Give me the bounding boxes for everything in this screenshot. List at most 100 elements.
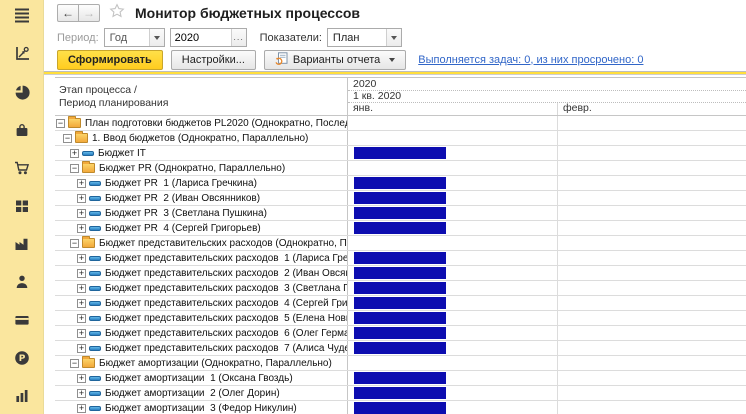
task-bar-icon [89,271,101,276]
collapse-toggle[interactable]: − [70,164,79,173]
table-row[interactable]: +Бюджет PR 2 (Иван Овсянников) [55,191,746,206]
indicators-dropdown-button[interactable] [386,29,401,46]
expand-toggle[interactable]: + [77,209,86,218]
table-row[interactable]: +Бюджет PR 3 (Светлана Пушкина) [55,206,746,221]
row-label: Бюджет амортизации 2 (Олег Дорин) [105,388,280,399]
expand-toggle[interactable]: + [77,224,86,233]
gantt-bar[interactable] [354,342,446,354]
collapse-toggle[interactable]: − [70,239,79,248]
collapse-toggle[interactable]: − [56,119,65,128]
expand-toggle[interactable]: + [77,329,86,338]
period-type-value: Год [105,32,149,44]
table-row[interactable]: +Бюджет представительских расходов 1 (Ла… [55,251,746,266]
expand-toggle[interactable]: + [77,269,86,278]
sidebar-button-sales[interactable] [13,159,31,176]
table-row[interactable]: − План подготовки бюджетов PL2020 (Однокр… [55,116,746,131]
table-row[interactable]: + Бюджет амортизации 3 (Федор Никулин) [55,401,746,414]
table-row[interactable]: +Бюджет представительских расходов 7 (Ал… [55,341,746,356]
gantt-bar[interactable] [354,282,446,294]
gantt-cell [348,191,746,205]
settings-button[interactable]: Настройки... [171,50,256,70]
row-label-cell: +Бюджет представительских расходов 7 (Ал… [55,341,348,355]
generate-button[interactable]: Сформировать [57,50,163,70]
collapse-toggle[interactable]: − [63,134,72,143]
expand-toggle[interactable]: + [77,344,86,353]
table-row[interactable]: − Бюджет амортизации (Однократно, Паралле… [55,356,746,371]
back-button[interactable]: ← [57,4,79,22]
expand-toggle[interactable]: + [77,284,86,293]
period-year-input[interactable] [171,32,231,44]
sidebar-button-catalog[interactable] [13,197,31,214]
sidebar-button-analytics[interactable] [13,387,31,404]
expand-toggle[interactable]: + [77,404,86,413]
expand-toggle[interactable]: + [77,374,86,383]
row-label: Бюджет амортизации 3 (Федор Никулин) [105,403,297,414]
table-row[interactable]: + Бюджет амортизации 1 (Оксана Гвоздь) [55,371,746,386]
sidebar-button-payments[interactable] [13,311,31,328]
gantt-cell [348,281,746,295]
indicators-combo[interactable]: План [327,28,402,47]
running-tasks-link[interactable]: Выполняется задач: 0, из них просрочено:… [418,54,643,66]
action-row: Сформировать Настройки... Варианты отчет… [44,49,746,70]
table-row[interactable]: +Бюджет PR 4 (Сергей Григорьев) [55,221,746,236]
gantt-bar[interactable] [354,297,446,309]
gantt-bar[interactable] [354,327,446,339]
sidebar-button-reports[interactable] [13,83,31,100]
table-row[interactable]: + Бюджет амортизации 2 (Олег Дорин) [55,386,746,401]
expand-toggle[interactable]: + [77,179,86,188]
sidebar-button-purchases[interactable] [13,121,31,138]
expand-toggle[interactable]: + [77,254,86,263]
expand-toggle[interactable]: + [77,194,86,203]
period-type-dropdown-button[interactable] [149,29,164,46]
row-label: Бюджет амортизации (Однократно, Параллел… [99,358,332,369]
gantt-bar[interactable] [354,192,446,204]
expand-toggle[interactable]: + [77,299,86,308]
gantt-bar[interactable] [354,312,446,324]
expand-toggle[interactable]: + [70,149,79,158]
table-row[interactable]: +Бюджет представительских расходов 5 (Ел… [55,311,746,326]
sidebar-button-processes[interactable] [13,45,31,62]
table-row[interactable]: + Бюджет представительских расходов 6 (Ол… [55,326,746,341]
period-type-combo[interactable]: Год [104,28,165,47]
period-year-picker-button[interactable]: ... [231,29,246,46]
table-row[interactable]: −Бюджет PR (Однократно, Параллельно) [55,161,746,176]
gantt-cell [348,386,746,400]
gantt-bar[interactable] [354,207,446,219]
gantt-bar[interactable] [354,267,446,279]
table-row[interactable]: +Бюджет IT [55,146,746,161]
row-label-cell: +Бюджет PR 4 (Сергей Григорьев) [55,221,348,235]
gantt-cell [348,206,746,220]
gantt-bar[interactable] [354,177,446,189]
gantt-bar[interactable] [354,147,446,159]
table-row[interactable]: −Бюджет представительских расходов (Одно… [55,236,746,251]
folder-icon [82,163,95,173]
sidebar-button-production[interactable] [13,235,31,252]
table-row[interactable]: +Бюджет PR 1 (Лариса Гречкина) [55,176,746,191]
row-label: Бюджет амортизации 1 (Оксана Гвоздь) [105,373,293,384]
report-variants-button[interactable]: Варианты отчета [264,50,406,70]
sidebar-button-staff[interactable] [13,273,31,290]
table-row[interactable]: +Бюджет представительских расходов 3 (Св… [55,281,746,296]
gantt-bar[interactable] [354,372,446,384]
row-label-cell: − План подготовки бюджетов PL2020 (Однокр… [55,116,348,130]
gantt-bar[interactable] [354,387,446,399]
expand-toggle[interactable]: + [77,389,86,398]
table-row[interactable]: −1. Ввод бюджетов (Однократно, Параллель… [55,131,746,146]
collapse-toggle[interactable]: − [70,359,79,368]
report-variants-label: Варианты отчета [293,54,380,66]
favorite-star-button[interactable] [109,3,125,23]
table-row[interactable]: +Бюджет представительских расходов 2 (Ив… [55,266,746,281]
task-bar-icon [89,226,101,231]
row-label-cell: + Бюджет амортизации 3 (Федор Никулин) [55,401,348,414]
sidebar-button-finance[interactable]: P [13,349,31,366]
row-label: Бюджет представительских расходов 6 (Оле… [105,328,348,339]
gantt-bar[interactable] [354,252,446,264]
forward-button[interactable]: → [78,4,100,22]
table-row[interactable]: +Бюджет представительских расходов 4 (Се… [55,296,746,311]
sidebar-button-menu[interactable] [13,7,31,24]
flowchart-icon [14,46,30,62]
gantt-bar[interactable] [354,222,446,234]
expand-toggle[interactable]: + [77,314,86,323]
gantt-bar[interactable] [354,402,446,414]
row-label: План подготовки бюджетов PL2020 (Однокра… [85,118,348,129]
